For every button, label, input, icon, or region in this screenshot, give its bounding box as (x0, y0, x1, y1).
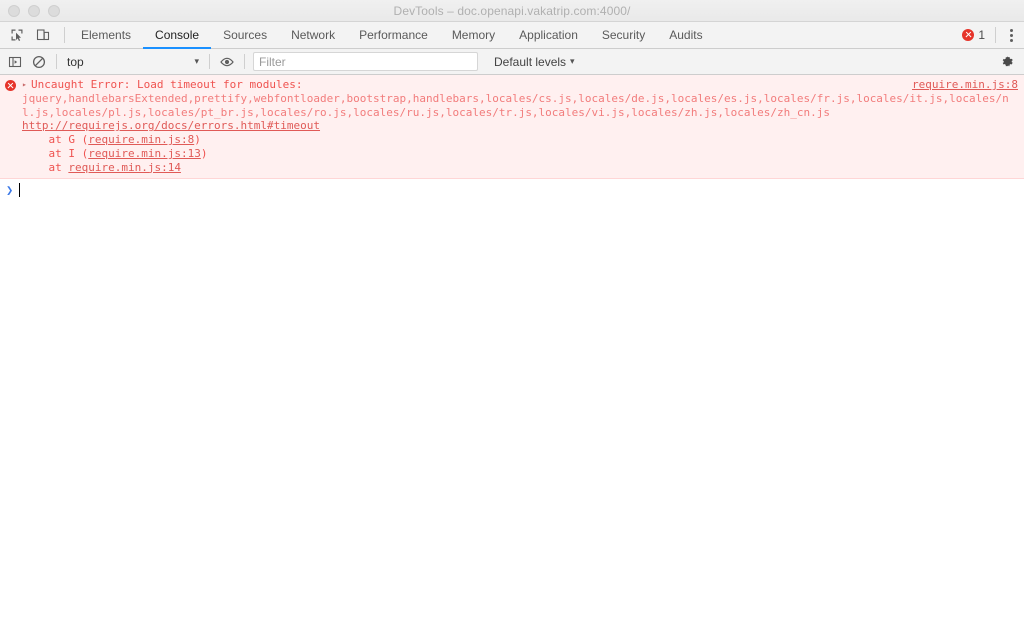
chevron-down-icon: ▾ (570, 56, 575, 66)
kebab-dot (1009, 38, 1013, 42)
tab-network[interactable]: Network (279, 22, 347, 48)
stack-frame-location-link[interactable]: require.min.js:14 (68, 161, 181, 174)
console-toolbar-divider-1 (56, 54, 57, 69)
tab-application[interactable]: Application (507, 22, 590, 48)
minimize-window-button[interactable] (28, 4, 40, 17)
close-window-button[interactable] (8, 4, 20, 17)
live-expression-eye-icon[interactable] (216, 51, 238, 73)
stack-frame-prefix: at (22, 160, 69, 174)
window-titlebar: DevTools – doc.openapi.vakatrip.com:4000… (0, 0, 1024, 22)
stack-frame-function: G ( (68, 133, 89, 147)
clear-console-icon[interactable] (28, 51, 50, 73)
execution-context-value: top (67, 54, 84, 69)
tabbar-right-divider (995, 27, 996, 43)
console-prompt-row[interactable]: ❯ (0, 179, 1024, 197)
execution-context-dropdown[interactable]: top ▾ (63, 55, 203, 69)
error-message-text: ▸ Uncaught Error: Load timeout for module… (0, 78, 1024, 119)
text-caret (19, 182, 20, 197)
log-levels-value: Default levels (494, 54, 567, 69)
settings-gear-icon[interactable] (996, 51, 1018, 73)
devtools-tool-icons (0, 22, 60, 48)
maximize-window-button[interactable] (48, 4, 60, 17)
window-controls (0, 4, 60, 17)
stack-frame: at G (require.min.js:8) (22, 133, 1024, 147)
inspect-element-icon[interactable] (6, 24, 28, 46)
error-count-badge[interactable]: 1 (958, 28, 989, 42)
log-levels-dropdown[interactable]: Default levels ▾ (488, 55, 581, 69)
more-options-icon[interactable] (1002, 24, 1020, 46)
stack-frame-location-link[interactable]: require.min.js:13 (88, 147, 201, 160)
stack-frame: at require.min.js:14 (22, 161, 1024, 175)
tab-memory[interactable]: Memory (440, 22, 507, 48)
tabbar-right-controls: 1 (958, 22, 1024, 48)
console-error-message[interactable]: require.min.js:8 ▸ Uncaught Error: Load t… (0, 75, 1024, 179)
stack-frame-function: I ( (68, 146, 89, 160)
filter-input[interactable] (253, 52, 478, 71)
tab-elements[interactable]: Elements (69, 22, 143, 48)
console-toolbar: top ▾ Default levels ▾ (0, 49, 1024, 75)
tab-sources[interactable]: Sources (211, 22, 279, 48)
console-toolbar-divider-3 (244, 54, 245, 69)
stack-frame-suffix: ) (200, 146, 208, 160)
stack-frame-prefix: at (22, 133, 69, 147)
tab-console[interactable]: Console (143, 22, 212, 49)
prompt-chevron-icon: ❯ (6, 182, 14, 197)
console-toolbar-divider-2 (209, 54, 210, 69)
window-title: DevTools – doc.openapi.vakatrip.com:4000… (393, 3, 631, 18)
devtools-tabs: Elements Console Sources Network Perform… (69, 22, 715, 49)
stack-frame-suffix: ) (194, 133, 201, 147)
error-help-link[interactable]: http://requirejs.org/docs/errors.html#ti… (0, 119, 1024, 133)
error-headline: Uncaught Error: Load timeout for modules… (31, 78, 303, 91)
error-module-list: jquery,handlebarsExtended,prettify,webfo… (22, 91, 1009, 119)
tab-audits[interactable]: Audits (657, 22, 714, 48)
device-toolbar-icon[interactable] (32, 24, 54, 46)
error-count-label: 1 (978, 28, 985, 42)
stack-frame: at I (require.min.js:13) (22, 147, 1024, 161)
console-prompt-input[interactable] (19, 182, 1024, 197)
kebab-dot (1009, 28, 1013, 32)
console-sidebar-toggle-icon[interactable] (4, 51, 26, 73)
tab-performance[interactable]: Performance (347, 22, 440, 48)
error-source-link[interactable]: require.min.js:8 (912, 78, 1018, 92)
console-message-list[interactable]: require.min.js:8 ▸ Uncaught Error: Load t… (0, 75, 1024, 640)
expand-error-triangle-icon[interactable]: ▸ (22, 78, 31, 92)
error-stack-trace: at G (require.min.js:8) at I (require.mi… (0, 133, 1024, 174)
chevron-down-icon: ▾ (194, 56, 199, 66)
stack-frame-location-link[interactable]: require.min.js:8 (88, 133, 194, 146)
error-circle-icon (5, 80, 16, 91)
error-circle-icon (962, 29, 975, 41)
stack-frame-prefix: at (22, 146, 69, 160)
tabbar-divider (64, 27, 65, 43)
tab-security[interactable]: Security (590, 22, 657, 48)
kebab-dot (1009, 33, 1013, 37)
devtools-tabbar: Elements Console Sources Network Perform… (0, 22, 1024, 49)
